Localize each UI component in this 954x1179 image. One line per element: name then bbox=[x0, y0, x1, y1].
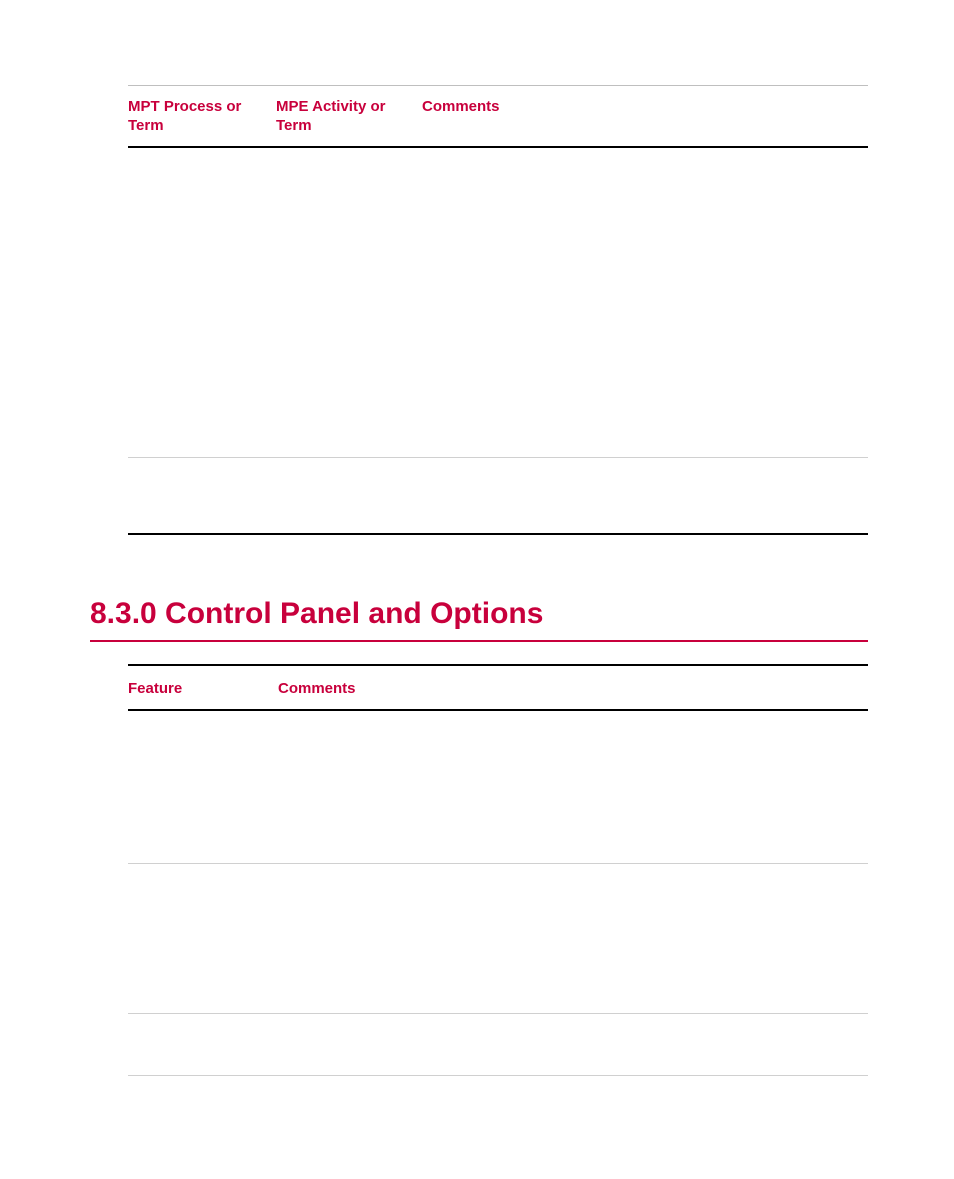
table-row-divider bbox=[128, 1075, 868, 1076]
col-header-comments: Comments bbox=[278, 680, 868, 697]
table-row-divider bbox=[128, 457, 868, 458]
table-top-rule bbox=[128, 664, 868, 666]
section-heading: 8.3.0 Control Panel and Options bbox=[90, 597, 868, 631]
page: MPT Process or Term MPE Activity or Term… bbox=[0, 0, 954, 1179]
feature-table: Feature Comments bbox=[128, 664, 868, 711]
table-header-rule bbox=[128, 709, 868, 711]
table-bottom-rule bbox=[128, 533, 868, 535]
table-row-divider bbox=[128, 1013, 868, 1014]
table-row-divider bbox=[128, 863, 868, 864]
mpt-mpe-table: MPT Process or Term MPE Activity or Term… bbox=[128, 85, 868, 148]
col-header-feature: Feature bbox=[128, 680, 278, 697]
table-header-row: Feature Comments bbox=[128, 680, 868, 697]
col-header-mpe: MPE Activity or Term bbox=[276, 98, 422, 136]
table-header-rule bbox=[128, 146, 868, 148]
table-top-rule bbox=[128, 85, 868, 86]
table-header-row: MPT Process or Term MPE Activity or Term… bbox=[128, 98, 868, 136]
col-header-mpt: MPT Process or Term bbox=[128, 98, 276, 136]
section-heading-rule bbox=[90, 640, 868, 642]
col-header-comments: Comments bbox=[422, 98, 868, 136]
